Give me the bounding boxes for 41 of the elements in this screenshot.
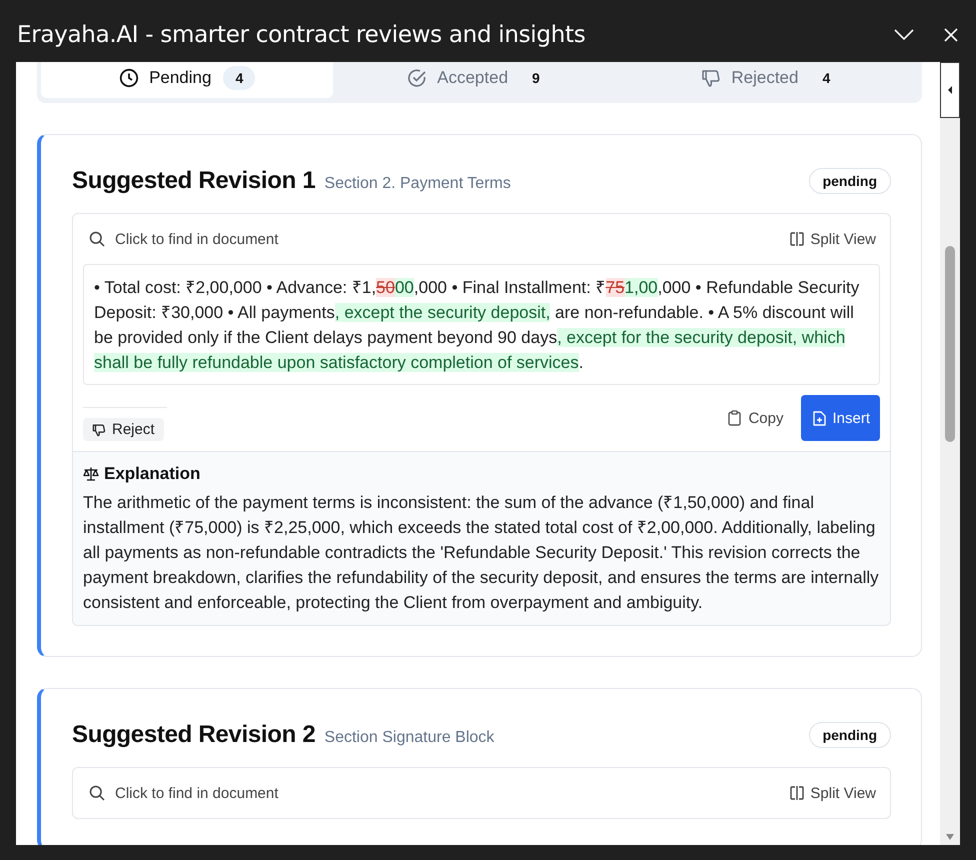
file-plus-icon	[813, 410, 826, 426]
scroll-down-arrow-icon[interactable]	[945, 833, 955, 841]
collapse-panel-button[interactable]	[940, 62, 960, 118]
clock-icon	[119, 68, 140, 88]
count-label: 9	[531, 69, 541, 88]
section-label: Section 2. Payment Terms	[324, 175, 512, 193]
count-badge: 4	[223, 66, 256, 90]
find-in-document-link[interactable]: Click to find in document	[89, 784, 278, 802]
clipboard-icon	[728, 410, 742, 426]
revision-title: Suggested Revision 1	[72, 167, 316, 195]
search-icon	[89, 785, 105, 801]
split-view-button[interactable]: Split View	[790, 230, 876, 248]
count-label: 4	[821, 69, 832, 88]
revision-title: Suggested Revision 2	[72, 721, 316, 749]
window-title: Erayaha.AI - smarter contract reviews and insights	[17, 22, 586, 48]
scales-icon	[83, 467, 99, 481]
tab[interactable]: Accepted 9	[333, 62, 626, 98]
explanation-text: The arithmetic of the payment terms is inconsistent: the sum of the advance (₹1,50,000) and final installment (₹75,000) is ₹2,25,000, which exceeds the stated total cost of ₹2,00,000. Additionally, labeling all payments as non-refundable contradicts the 'Refundable Security Deposit.' This revision corrects the payment breakdown, clarifies the refundability of the security deposit, and ensures the terms are internally consistent and enforceable, protecting the Client from overpayment and ambiguity.	[83, 492, 880, 614]
section-label: Section Signature Block	[324, 729, 496, 747]
tab[interactable]: Rejected 4	[626, 62, 918, 98]
explanation-title: Explanation	[104, 464, 200, 484]
status-badge: pending	[808, 168, 891, 194]
close-icon[interactable]	[944, 28, 958, 42]
scrollbar-thumb[interactable]	[945, 246, 955, 442]
split-view-icon	[790, 786, 804, 800]
search-icon	[89, 231, 105, 247]
scrollbar[interactable]	[940, 118, 960, 845]
tab[interactable]: Pending 4	[41, 62, 334, 98]
split-view-icon	[790, 232, 804, 246]
find-in-document-link[interactable]: Click to find in document	[89, 230, 278, 248]
split-view-button[interactable]: Split View	[790, 784, 876, 802]
reject-button[interactable]: Reject	[83, 418, 164, 441]
thumbs-down-icon	[701, 68, 722, 88]
check-circle-icon	[407, 68, 428, 88]
caret-left-icon	[947, 85, 953, 95]
insert-button[interactable]: Insert	[801, 395, 880, 441]
revised-clause-text: • Total cost: ₹2,00,000 • Advance: ₹1,5000,000 • Final Installment: ₹751,00,000 • Refundable Security Deposit: ₹30,000 • All payments, except the security deposit, are non-refundable. • A 5% discount will be provided only if the Client delays payment beyond 90 days, except for the security deposit, which shall be fully refundable upon satisfactory completion of services.	[83, 264, 880, 385]
thumbs-down-icon	[92, 422, 106, 436]
status-badge: pending	[808, 722, 891, 748]
chevron-down-icon[interactable]	[894, 29, 914, 41]
copy-button[interactable]: Copy	[728, 410, 784, 426]
